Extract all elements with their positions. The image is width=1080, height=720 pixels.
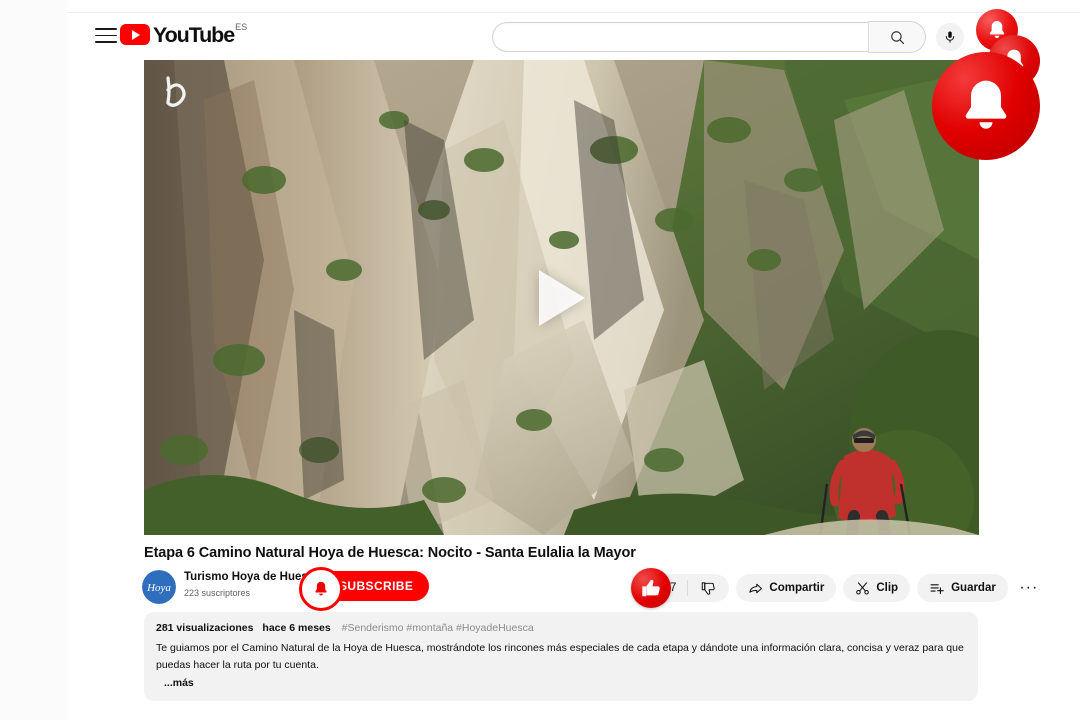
masthead: YouTube ES	[67, 12, 1080, 57]
youtube-watch-page: YouTube ES Etapa 6 Camino Natural Hoya d…	[0, 0, 1080, 720]
channel-avatar: Hoya	[142, 570, 176, 604]
like-count: 7	[670, 582, 677, 594]
avatar[interactable]: Hoya	[142, 570, 176, 604]
description-box[interactable]: 281 visualizaciones hace 6 meses #Sender…	[144, 612, 978, 701]
clip-label: Clip	[876, 582, 899, 594]
voice-search-button[interactable]	[936, 23, 964, 51]
youtube-country-code: ES	[235, 22, 248, 32]
video-actions: 7 Compartir Clip Guardar ···	[631, 568, 1043, 608]
subscriber-count: 223 suscriptores	[184, 588, 251, 598]
save-label: Guardar	[951, 582, 996, 594]
hashtags[interactable]: #Senderismo #montaña #HoyadeHuesca	[342, 622, 534, 634]
dislike-button[interactable]	[688, 574, 729, 602]
clip-button[interactable]: Clip	[843, 574, 911, 602]
save-playlist-icon	[930, 583, 944, 594]
channel-name[interactable]: Turismo Hoya de Huesca	[184, 571, 321, 583]
view-count: 281 visualizaciones	[156, 622, 254, 634]
search-box[interactable]	[492, 22, 868, 52]
scissors-icon	[856, 581, 870, 594]
share-button[interactable]: Compartir	[736, 574, 837, 602]
youtube-logo[interactable]: YouTube ES	[120, 21, 247, 47]
publish-date: hace 6 meses	[262, 622, 331, 634]
search-icon	[890, 30, 904, 44]
search-button[interactable]	[868, 21, 926, 53]
page-title: Etapa 6 Camino Natural Hoya de Huesca: N…	[144, 545, 636, 561]
video-player[interactable]	[144, 60, 979, 535]
more-actions-button[interactable]: ···	[1015, 574, 1043, 602]
thumbs-down-icon	[702, 581, 716, 595]
description-meta: 281 visualizaciones hace 6 meses #Sender…	[156, 622, 966, 634]
share-arrow-icon	[749, 583, 763, 593]
save-button[interactable]: Guardar	[917, 574, 1008, 602]
youtube-wordmark: YouTube	[153, 23, 235, 47]
like-button[interactable]: 7	[636, 574, 687, 602]
search-area	[492, 21, 964, 53]
youtube-play-icon	[120, 24, 150, 45]
like-dislike-group: 7	[631, 568, 730, 608]
search-input[interactable]	[493, 30, 868, 44]
svg-text:Hoya: Hoya	[146, 582, 171, 594]
microphone-icon	[945, 31, 955, 43]
thumbs-up-icon	[648, 581, 662, 595]
show-more-button[interactable]: ...más	[164, 677, 966, 689]
subscribe-button[interactable]: SUBSCRIBE	[305, 571, 430, 601]
page-left-gutter	[0, 0, 67, 720]
share-label: Compartir	[769, 582, 825, 594]
description-text: Te guiamos por el Camino Natural de la H…	[156, 642, 964, 671]
video-frame	[144, 60, 979, 535]
hamburger-menu-icon[interactable]	[94, 23, 118, 47]
